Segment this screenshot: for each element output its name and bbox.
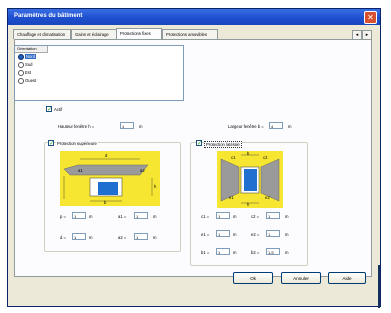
c2-unit: m [285, 214, 289, 219]
actif-checkbox[interactable]: ✓ [46, 106, 52, 113]
diagram-label-h: h [247, 202, 250, 207]
a2-label: a2 = [118, 235, 127, 240]
overhang-diagram-svg [63, 158, 153, 202]
protection-laterale-checkbox[interactable]: ✓ [196, 140, 202, 147]
c1-label: c1 = [201, 214, 210, 219]
diagram-label-d: d [105, 153, 108, 158]
b2-unit: m [285, 250, 289, 255]
radio-icon [18, 78, 24, 84]
orientation-header[interactable]: Orientation [15, 46, 48, 53]
diagram-label-b: b [247, 151, 250, 156]
close-button[interactable]: ✕ [364, 11, 377, 24]
e1-unit: m [233, 232, 237, 237]
diagram-label-c1: c1 [231, 155, 236, 160]
d-input[interactable]: 1 [72, 233, 86, 240]
tab-protections-amovibles[interactable]: Protections amovibles [162, 29, 218, 39]
e2-label: e2 = [251, 232, 260, 237]
list-item-ouest[interactable]: Ouest [18, 78, 36, 84]
height-label: Hauteur fenêtre h = [58, 124, 95, 129]
c2-input[interactable]: 1 [266, 212, 280, 219]
diagram-label-a2: a2 [140, 168, 145, 173]
d-label: d = [60, 235, 66, 240]
diagram-label-a1: a1 [78, 168, 83, 173]
b2-label: b2 = [251, 250, 260, 255]
ok-button[interactable]: Ok [233, 272, 273, 284]
protection-superieure-diagram: d a1 a2 b h [60, 151, 160, 206]
actif-label: Actif [54, 107, 63, 112]
e2-input[interactable]: 1 [266, 230, 280, 237]
b1-input[interactable]: 1 [216, 248, 230, 255]
c2-label: c2 = [251, 214, 260, 219]
list-item-est[interactable]: Est [18, 70, 31, 76]
p-label: p = [60, 214, 66, 219]
radio-icon [18, 62, 24, 68]
p-input[interactable]: 1 [72, 212, 86, 219]
tab-chauffage[interactable]: Chauffage et climatisation [13, 29, 71, 39]
e1-input[interactable]: 1 [216, 230, 230, 237]
diagram-label-b: b [104, 200, 107, 205]
window-title: Paramètres du bâtiment [14, 13, 83, 19]
diagram-label-c2: c2 [263, 155, 268, 160]
lateral-diagram-svg [220, 154, 280, 204]
a2-unit: m [153, 235, 157, 240]
list-item-label: Ouest [25, 78, 37, 84]
e2-unit: m [285, 232, 289, 237]
height-input[interactable]: 1 [120, 122, 134, 129]
help-button[interactable]: Aide [328, 272, 366, 284]
title-bar[interactable]: Paramètres du bâtiment ✕ [8, 9, 380, 25]
width-input[interactable]: 4 [269, 122, 283, 129]
width-label: Largeur fenêtre b = [228, 124, 264, 129]
radio-icon [18, 54, 24, 60]
diagram-label-e1: e1 [229, 195, 234, 200]
b2-input[interactable]: 1,5 [266, 248, 280, 255]
a2-input[interactable]: 1 [134, 233, 148, 240]
list-item-sud[interactable]: Sud [18, 62, 32, 68]
height-unit: m [139, 124, 143, 129]
d-unit: m [89, 235, 93, 240]
tab-protections-fixes[interactable]: Protections fixes [116, 28, 162, 39]
c1-input[interactable]: 1 [216, 212, 230, 219]
p-unit: m [89, 214, 93, 219]
protection-superieure-checkbox[interactable]: ✓ [48, 140, 54, 147]
b1-label: b1 = [201, 250, 210, 255]
radio-icon [18, 70, 24, 76]
a1-label: a1 = [118, 214, 127, 219]
diagram-label-e2: e2 [265, 195, 270, 200]
list-item-nord[interactable]: Nord [18, 54, 37, 60]
list-item-label: Est [25, 70, 32, 76]
protection-laterale-label: Protection latérale [204, 141, 242, 148]
background-window-edge [378, 265, 380, 308]
tab-gains[interactable]: Gains et éclairage [71, 29, 117, 39]
c1-unit: m [233, 214, 237, 219]
b1-unit: m [233, 250, 237, 255]
a1-unit: m [153, 214, 157, 219]
protection-superieure-label: Protection supérieure [56, 141, 98, 146]
width-unit: m [288, 124, 292, 129]
cancel-button[interactable]: Annuler [281, 272, 321, 284]
protection-laterale-diagram: c1 c2 e1 e2 b h [217, 151, 283, 208]
list-item-label: Nord [25, 54, 37, 60]
diagram-label-h: h [154, 184, 157, 189]
orientation-listbox[interactable]: Orientation Nord Sud Est Ouest [14, 45, 184, 101]
e1-label: e1 = [201, 232, 210, 237]
list-item-label: Sud [25, 62, 33, 68]
a1-input[interactable]: 1 [134, 212, 148, 219]
